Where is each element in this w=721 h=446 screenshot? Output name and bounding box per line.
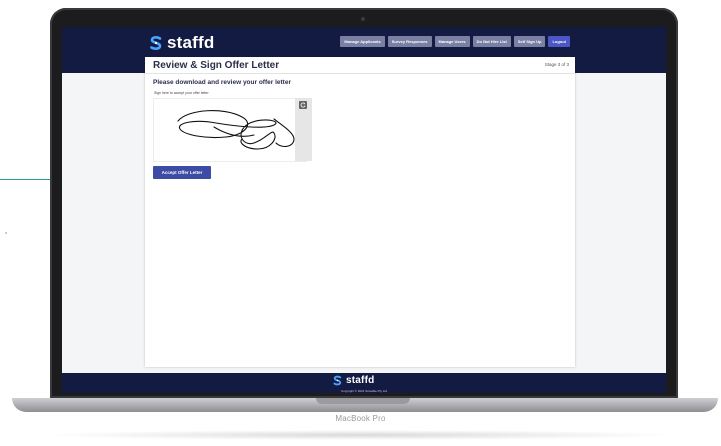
signature-pad[interactable] [153,98,307,162]
nav-manage-users[interactable]: Manage Users [434,36,470,47]
camera [361,17,365,21]
nav-survey-responses[interactable]: Survey Responses [387,36,432,47]
brand-name: staffd [167,33,215,52]
accept-offer-button[interactable]: Accept Offer Letter [153,166,211,179]
refresh-icon[interactable] [299,101,307,109]
copyright-text: Copyright © 2021 Solvable Pty Ltd [341,389,387,393]
laptop-shadow [40,430,680,440]
brand-logo[interactable]: staffd [148,33,214,53]
refresh-glyph [300,102,306,108]
footer-brand-name: staffd [346,375,375,386]
signature-stroke [177,110,295,150]
staffd-logo-icon [150,36,162,50]
nav-self-sign-up[interactable]: Self Sign Up [513,36,546,47]
signature-label: Sign here to accept your offer letter [154,91,209,95]
card-header: Review & Sign Offer Letter Stage 3 of 3 [145,57,575,74]
page-title: Review & Sign Offer Letter [153,60,280,71]
stage-indicator: Stage 3 of 3 [544,62,569,67]
logout-button[interactable]: Logout [548,36,570,47]
laptop-notch [316,398,410,404]
laptop-screen: staffd Manage Applicants Survey Response… [62,27,666,393]
nav-manage-applicants[interactable]: Manage Applicants [340,36,385,47]
footer-logo: staffd [332,375,374,386]
nav-do-not-hire-list[interactable]: Do Not Hire List [472,36,511,47]
app-footer: staffd Copyright © 2021 Solvable Pty Ltd [62,373,666,393]
download-instruction: Please download and review your offer le… [153,79,291,86]
top-nav: Manage Applicants Survey Responses Manag… [340,36,570,47]
decorative-mark [5,232,7,234]
offer-letter-card: Review & Sign Offer Letter Stage 3 of 3 … [145,57,575,367]
staffd-footer-logo-icon [333,375,342,386]
device-label: MacBook Pro [335,414,386,423]
